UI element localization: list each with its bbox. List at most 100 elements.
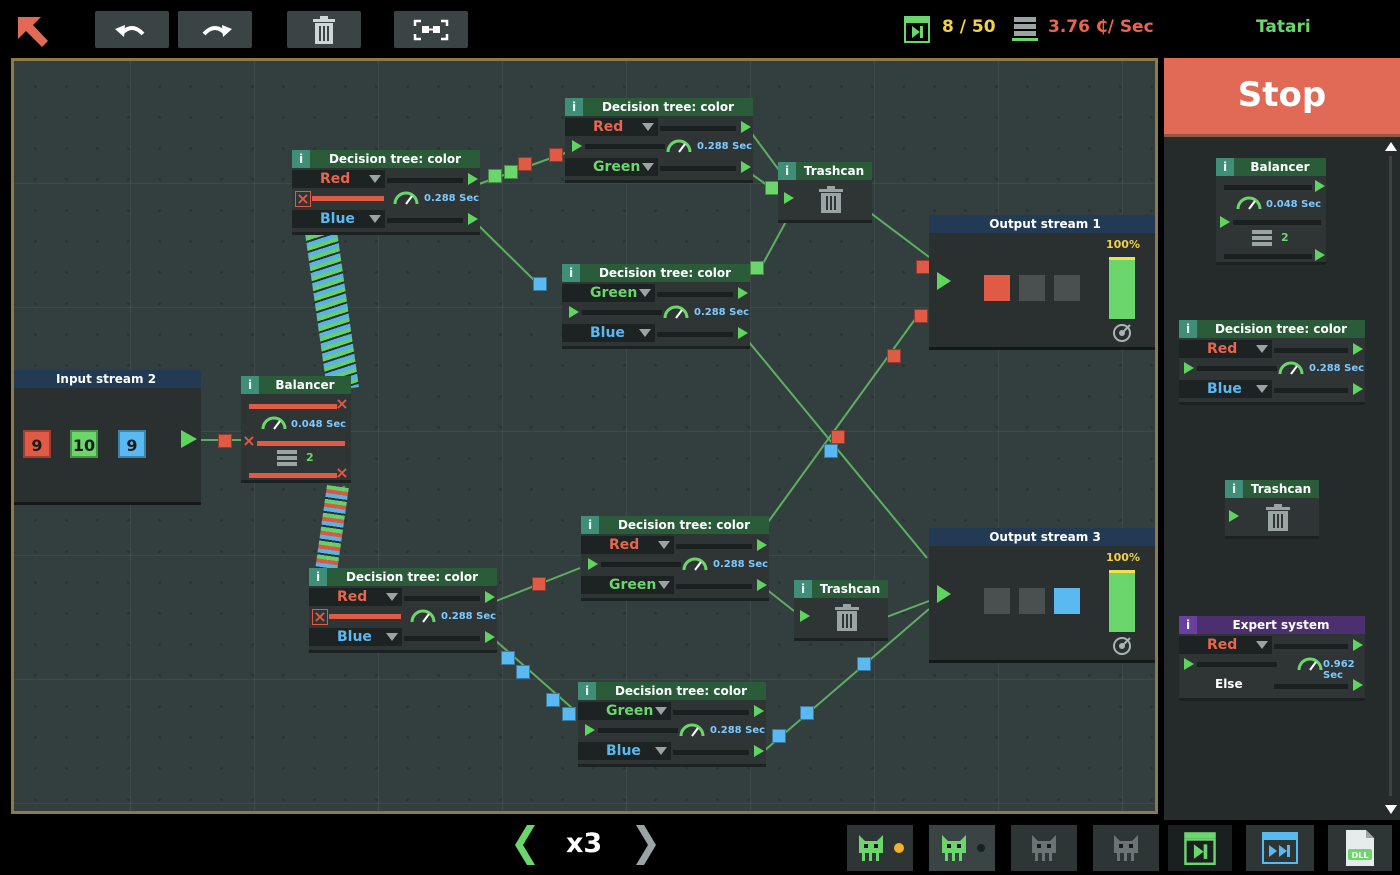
palette-scrollbar[interactable] bbox=[1384, 142, 1398, 814]
input-port[interactable] bbox=[1184, 658, 1194, 670]
node-title: Balancer bbox=[275, 378, 335, 392]
chevron-down-icon[interactable] bbox=[1256, 345, 1268, 353]
robot-slot-4[interactable] bbox=[1093, 825, 1159, 871]
program-tab[interactable] bbox=[1168, 825, 1232, 871]
output-port[interactable] bbox=[1353, 679, 1363, 691]
output-port[interactable] bbox=[757, 539, 767, 551]
info-icon[interactable]: i bbox=[292, 150, 310, 168]
chevron-down-icon[interactable] bbox=[386, 633, 398, 641]
chevron-down-icon[interactable] bbox=[1256, 385, 1268, 393]
scroll-track[interactable] bbox=[1389, 156, 1392, 796]
palette-balancer[interactable]: i Balancer 0.048 Sec 2 bbox=[1216, 158, 1326, 262]
robot-slot-2[interactable] bbox=[929, 825, 995, 871]
input-port[interactable] bbox=[784, 192, 794, 204]
stream-tab[interactable] bbox=[1246, 825, 1314, 871]
packet-blue bbox=[800, 706, 814, 720]
input-port[interactable] bbox=[588, 558, 598, 570]
stop-button[interactable]: Stop bbox=[1164, 58, 1400, 137]
speed-increase-button[interactable] bbox=[636, 825, 658, 865]
info-icon[interactable]: i bbox=[581, 516, 599, 534]
decision-tree-node[interactable]: i Decision tree: color Green 0.288 Sec Bl… bbox=[562, 264, 750, 346]
redo-button[interactable] bbox=[178, 11, 252, 48]
output-port[interactable] bbox=[1315, 180, 1325, 192]
chevron-down-icon[interactable] bbox=[639, 329, 651, 337]
input-port[interactable] bbox=[937, 585, 951, 603]
decision-tree-node[interactable]: i Decision tree: color Red 0.288 Sec Gree… bbox=[565, 98, 753, 180]
chevron-down-icon[interactable] bbox=[655, 747, 667, 755]
trashcan-node[interactable]: i Trashcan bbox=[794, 580, 888, 638]
output-port[interactable] bbox=[754, 705, 764, 717]
scroll-up-icon[interactable] bbox=[1385, 142, 1397, 151]
output-port[interactable] bbox=[757, 579, 767, 591]
output-port[interactable] bbox=[485, 631, 495, 643]
info-icon[interactable]: i bbox=[562, 264, 580, 282]
output-port[interactable] bbox=[741, 121, 751, 133]
palette-decision-tree[interactable]: i Decision tree: color Red 0.288 Sec Blue bbox=[1179, 320, 1365, 402]
output-port[interactable] bbox=[485, 591, 495, 603]
decision-tree-node[interactable]: i Decision tree: color Green 0.288 Sec Bl… bbox=[578, 682, 766, 764]
input-port[interactable] bbox=[937, 272, 951, 290]
output-port[interactable] bbox=[741, 161, 751, 173]
info-icon[interactable]: i bbox=[578, 682, 596, 700]
balancer-node[interactable]: i Balancer × 0.048 Sec × 2 × bbox=[241, 376, 351, 481]
chevron-down-icon[interactable] bbox=[655, 707, 667, 715]
output-stream-1[interactable]: Output stream 1 100% bbox=[929, 215, 1155, 347]
chevron-down-icon[interactable] bbox=[642, 123, 654, 131]
info-icon[interactable]: i bbox=[1216, 158, 1234, 176]
input-port[interactable] bbox=[585, 724, 595, 736]
output-label: Blue bbox=[337, 629, 372, 645]
output-port[interactable] bbox=[181, 430, 197, 448]
decision-tree-node[interactable]: i Decision tree: color Red × 0.288 Sec Bl… bbox=[292, 150, 480, 232]
info-icon[interactable]: i bbox=[309, 568, 327, 586]
back-arrow-icon[interactable] bbox=[15, 14, 51, 50]
chevron-down-icon[interactable] bbox=[369, 215, 381, 223]
info-icon[interactable]: i bbox=[565, 98, 583, 116]
chevron-down-icon[interactable] bbox=[386, 593, 398, 601]
input-stream-2[interactable]: Input stream 2 9 10 9 bbox=[14, 370, 201, 502]
input-port[interactable] bbox=[1229, 510, 1239, 522]
decision-tree-node[interactable]: i Decision tree: color Red 0.288 Sec Gree… bbox=[581, 516, 769, 598]
palette-expert-system[interactable]: i Expert system Red 0.962 Sec Else bbox=[1179, 616, 1365, 698]
chevron-down-icon[interactable] bbox=[658, 581, 670, 589]
robot-slot-3[interactable] bbox=[1011, 825, 1077, 871]
chevron-down-icon[interactable] bbox=[369, 175, 381, 183]
input-port[interactable] bbox=[1184, 362, 1194, 374]
packet-blue bbox=[824, 444, 838, 458]
output-port[interactable] bbox=[738, 287, 748, 299]
speed-decrease-button[interactable] bbox=[513, 825, 535, 865]
undo-button[interactable] bbox=[95, 11, 169, 48]
chevron-down-icon[interactable] bbox=[1256, 641, 1268, 649]
delete-button[interactable] bbox=[287, 11, 361, 48]
robot-slot-1[interactable] bbox=[847, 825, 913, 871]
chevron-down-icon[interactable] bbox=[658, 541, 670, 549]
chevron-down-icon[interactable] bbox=[639, 289, 651, 297]
input-port[interactable] bbox=[1220, 216, 1230, 228]
output-port[interactable] bbox=[1315, 249, 1325, 261]
output-stream-3[interactable]: Output stream 3 100% bbox=[929, 528, 1155, 660]
output-port[interactable] bbox=[1353, 639, 1363, 651]
info-icon[interactable]: i bbox=[778, 162, 796, 180]
output-port[interactable] bbox=[468, 173, 478, 185]
output-port[interactable] bbox=[1353, 383, 1363, 395]
output-port[interactable] bbox=[468, 213, 478, 225]
info-icon[interactable]: i bbox=[241, 376, 259, 394]
output-port[interactable] bbox=[1353, 343, 1363, 355]
blocked-x-icon: × bbox=[312, 607, 328, 626]
chevron-down-icon[interactable] bbox=[642, 163, 654, 171]
palette-trashcan[interactable]: i Trashcan bbox=[1225, 480, 1319, 536]
trashcan-node[interactable]: i Trashcan bbox=[778, 162, 872, 220]
output-port[interactable] bbox=[754, 745, 764, 757]
info-icon[interactable]: i bbox=[794, 580, 812, 598]
decision-tree-node[interactable]: i Decision tree: color Red × 0.288 Sec Bl… bbox=[309, 568, 497, 650]
info-icon[interactable]: i bbox=[1179, 320, 1197, 338]
info-icon[interactable]: i bbox=[1225, 480, 1243, 498]
dll-tab[interactable]: DLL bbox=[1328, 825, 1392, 871]
board-canvas[interactable]: i Decision tree: color Red 0.288 Sec Gree… bbox=[11, 58, 1158, 814]
info-icon[interactable]: i bbox=[1179, 616, 1197, 634]
input-port[interactable] bbox=[569, 306, 579, 318]
select-area-button[interactable] bbox=[394, 11, 468, 48]
input-port[interactable] bbox=[572, 140, 582, 152]
output-port[interactable] bbox=[738, 327, 748, 339]
scroll-down-icon[interactable] bbox=[1385, 805, 1397, 814]
input-port[interactable] bbox=[800, 610, 810, 622]
